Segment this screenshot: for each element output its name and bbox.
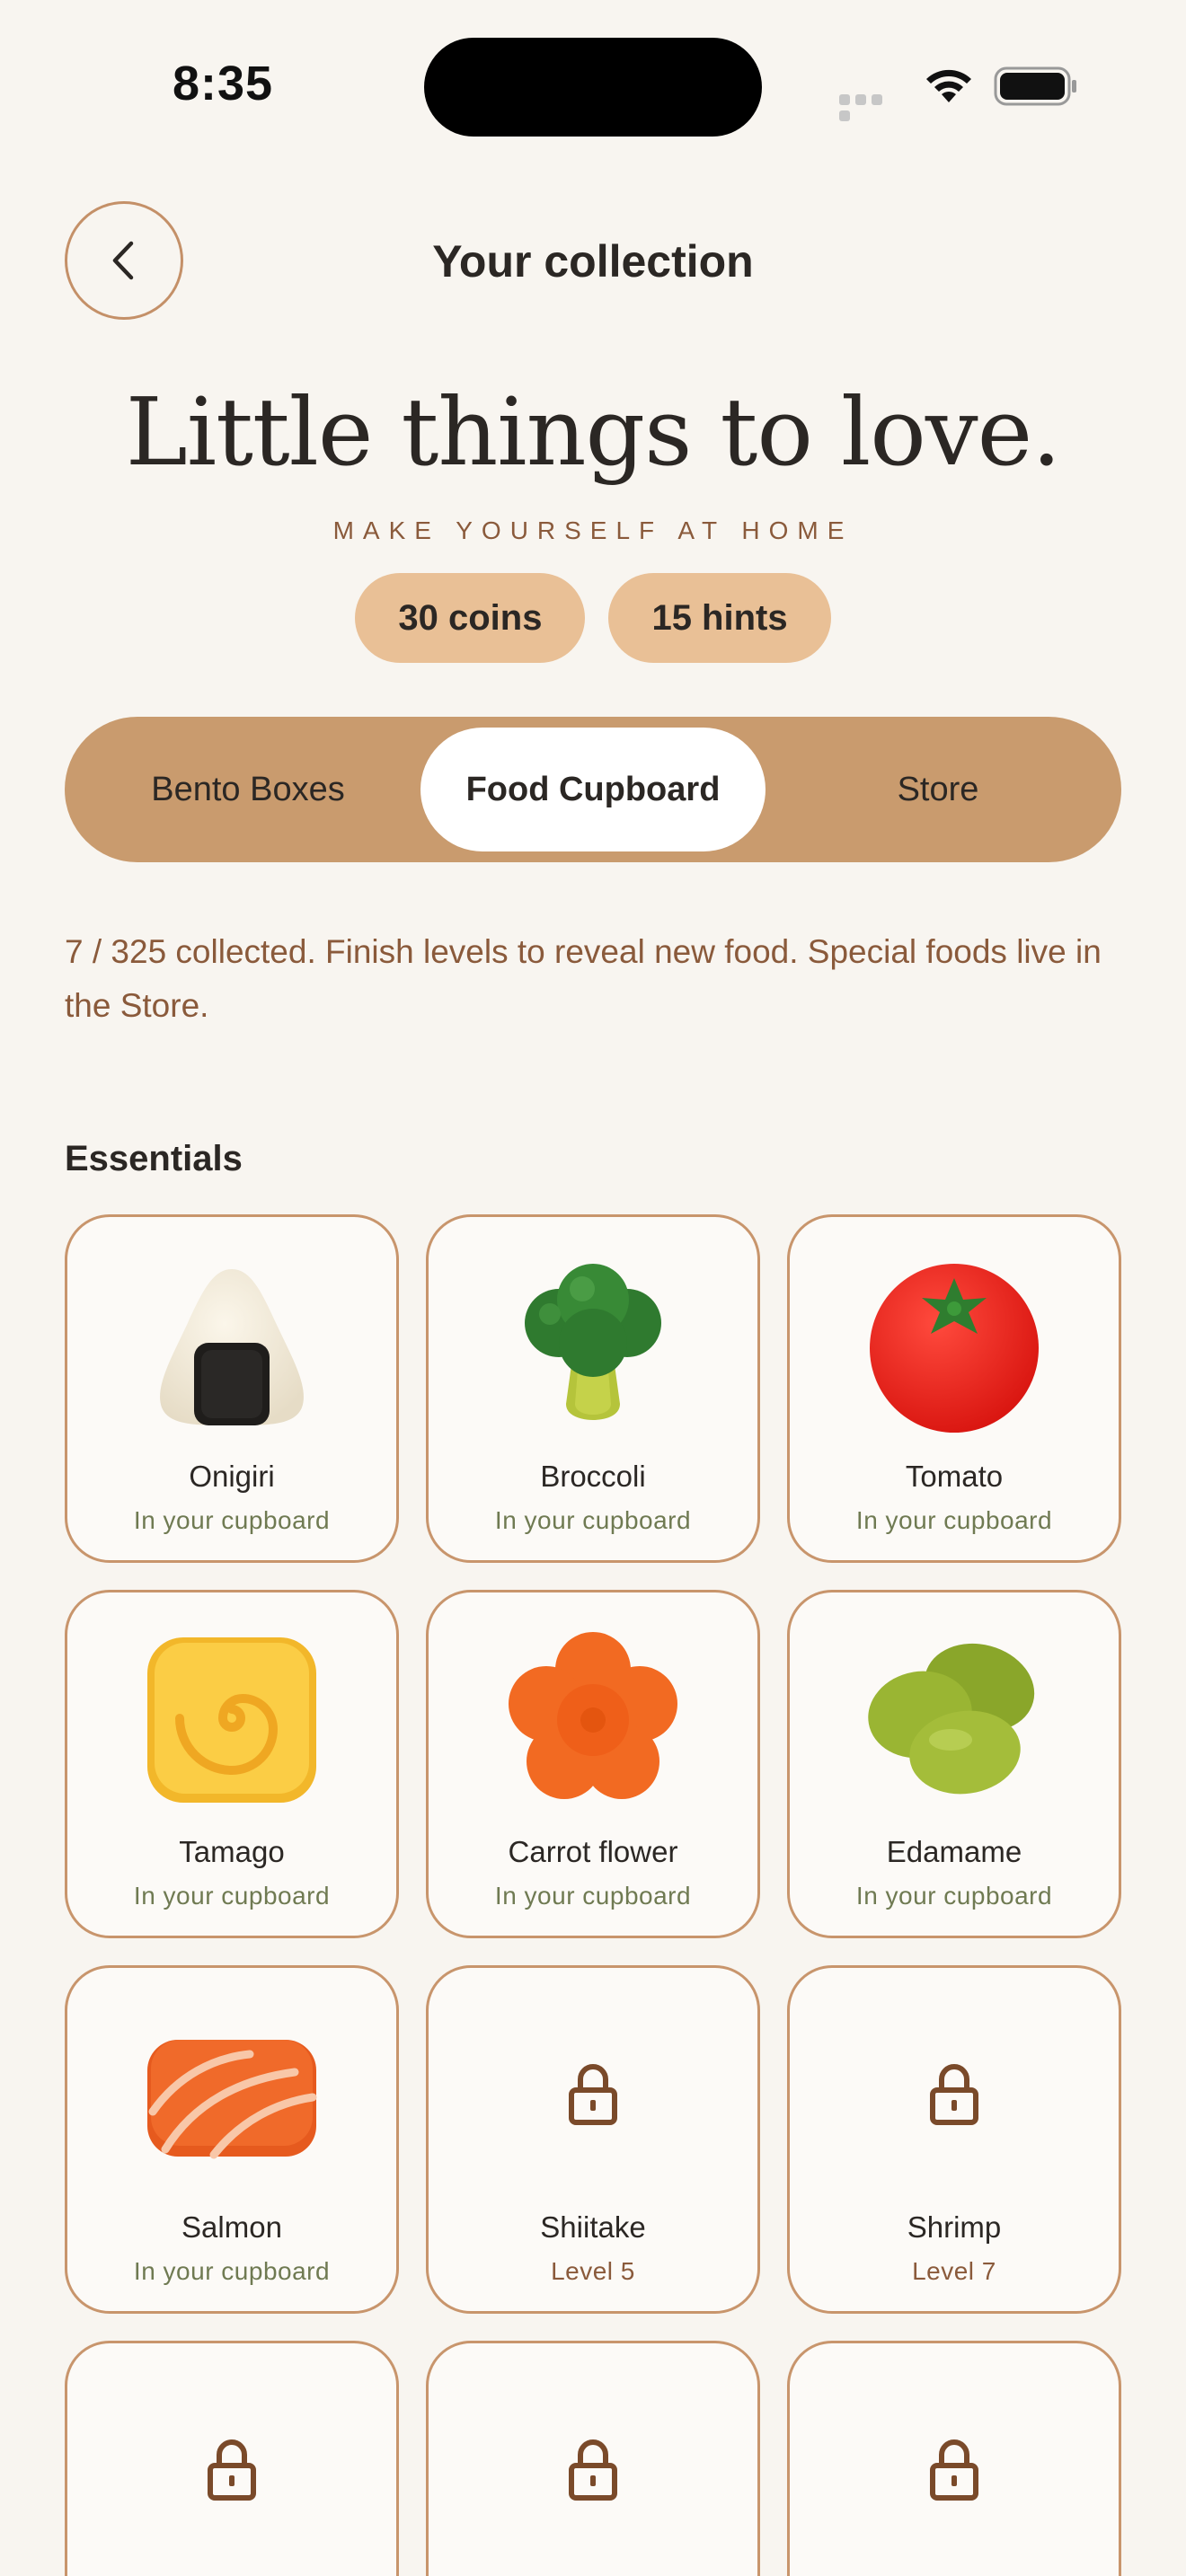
food-status: In your cupboard bbox=[133, 1506, 331, 1534]
hero-title: Little things to love. bbox=[125, 377, 1062, 487]
tab-food-cupboard[interactable]: Food Cupboard bbox=[420, 728, 766, 851]
food-name: Onigiri bbox=[189, 1460, 275, 1493]
segmented-tabs: Bento Boxes Food Cupboard Store bbox=[65, 717, 1121, 862]
salmon-icon bbox=[147, 2040, 317, 2159]
food-name: Shiitake bbox=[540, 2210, 646, 2244]
onigiri-icon bbox=[160, 1269, 304, 1425]
food-name: Tomato bbox=[905, 1460, 1004, 1493]
cellular-signal-icon bbox=[839, 93, 902, 121]
food-status: In your cupboard bbox=[133, 1882, 331, 1910]
food-card-tamago[interactable]: Tamago In your cupboard bbox=[65, 1590, 399, 1938]
food-card-carrot-flower[interactable]: Carrot flower In your cupboard bbox=[426, 1590, 760, 1938]
food-status: In your cupboard bbox=[133, 2257, 331, 2285]
food-status: Level 5 bbox=[551, 2257, 635, 2285]
food-status: In your cupboard bbox=[494, 1506, 692, 1534]
wifi-icon bbox=[926, 69, 971, 102]
food-card-tomato[interactable]: Tomato In your cupboard bbox=[787, 1214, 1121, 1563]
lock-icon bbox=[930, 2439, 978, 2501]
lock-icon bbox=[208, 2439, 256, 2501]
food-name: Tamago bbox=[179, 1835, 285, 1868]
page-title: Your collection bbox=[432, 236, 754, 287]
battery-icon bbox=[994, 66, 1076, 106]
food-grid: Onigiri In your cupboard Broccoli In you… bbox=[65, 1214, 1121, 2576]
food-card-locked[interactable] bbox=[426, 2341, 760, 2576]
food-card-shrimp[interactable]: Shrimp Level 7 bbox=[787, 1965, 1121, 2314]
food-card-edamame[interactable]: Edamame In your cupboard bbox=[787, 1590, 1121, 1938]
food-name: Edamame bbox=[886, 1835, 1022, 1868]
carrot-flower-icon bbox=[509, 1632, 677, 1799]
food-name: Carrot flower bbox=[508, 1835, 678, 1868]
coins-badge: 30 coins bbox=[355, 573, 586, 663]
food-card-shiitake[interactable]: Shiitake Level 5 bbox=[426, 1965, 760, 2314]
broccoli-icon bbox=[525, 1264, 661, 1420]
tomato-icon bbox=[870, 1264, 1039, 1433]
hero-subtitle: MAKE YOURSELF AT HOME bbox=[332, 516, 854, 544]
food-card-locked[interactable] bbox=[787, 2341, 1121, 2576]
lock-icon bbox=[569, 2439, 617, 2501]
tab-bento-boxes[interactable]: Bento Boxes bbox=[75, 728, 420, 851]
food-name: Broccoli bbox=[540, 1460, 646, 1493]
food-status: In your cupboard bbox=[855, 1506, 1053, 1534]
food-status: In your cupboard bbox=[494, 1882, 692, 1910]
food-status: In your cupboard bbox=[855, 1882, 1053, 1910]
food-status: Level 7 bbox=[912, 2257, 996, 2285]
edamame-icon bbox=[868, 1643, 1035, 1795]
food-name: Salmon bbox=[181, 2210, 282, 2244]
food-name: Shrimp bbox=[907, 2210, 1002, 2244]
hints-badge: 15 hints bbox=[608, 573, 831, 663]
food-card-locked[interactable] bbox=[65, 2341, 399, 2576]
lock-icon bbox=[569, 2064, 617, 2125]
dynamic-island bbox=[424, 38, 762, 137]
section-title: Essentials bbox=[65, 1139, 243, 1178]
food-card-onigiri[interactable]: Onigiri In your cupboard bbox=[65, 1214, 399, 1563]
tamago-icon bbox=[147, 1637, 316, 1803]
wallet-pills: 30 coins 15 hints bbox=[0, 573, 1186, 663]
lock-icon bbox=[930, 2064, 978, 2125]
food-card-broccoli[interactable]: Broccoli In your cupboard bbox=[426, 1214, 760, 1563]
food-card-salmon[interactable]: Salmon In your cupboard bbox=[65, 1965, 399, 2314]
collection-summary: 7 / 325 collected. Finish levels to reve… bbox=[65, 933, 1102, 1024]
status-time: 8:35 bbox=[173, 57, 274, 110]
tab-store[interactable]: Store bbox=[766, 728, 1111, 851]
